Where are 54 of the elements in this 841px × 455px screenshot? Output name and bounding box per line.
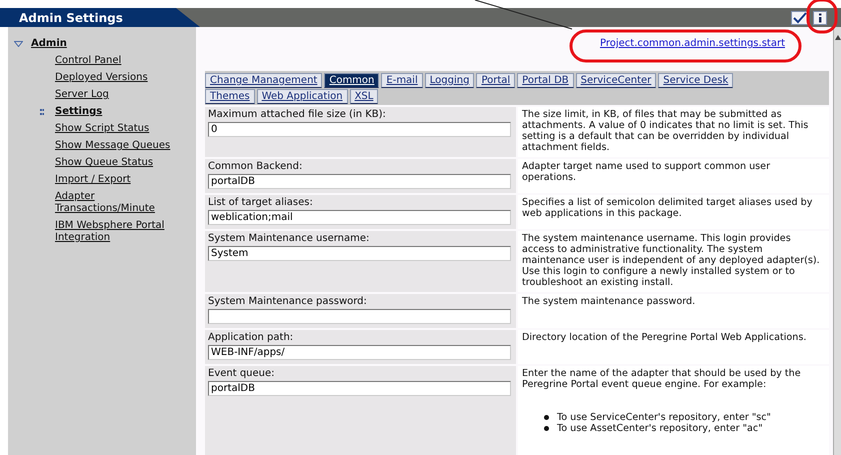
caret-icon[interactable] [14,40,23,46]
description-text: Directory location of the Peregrine Portal Web Applications. [522,332,808,343]
description-text: The system maintenance username. This login provides access to administrative functionality. The system maintenance user is independent of any deployed adapter(s). Use this login to configure a newly installed system or to troubleshoot an existing install. [522,233,821,288]
tab[interactable]: Change Management [205,73,322,88]
input-field[interactable]: 0 [208,122,511,137]
input-field[interactable]: portalDB [208,174,511,189]
sidebar-link[interactable]: Import / Export [55,174,190,186]
field-label: Common Backend: [208,161,304,173]
field-label: System Maintenance password: [208,296,368,308]
description-text: The size limit, in KB, of files that may be submitted as attachments. A value of 0 indicates that no limit is set. This setting is a default that can be overridden by individual attachment fields. [522,109,810,153]
bullet-icon [544,426,549,431]
tab[interactable]: XSL [350,89,378,104]
tab[interactable]: ServiceCenter [576,73,656,88]
page-link[interactable]: Project.common.admin.settings.start [600,38,785,60]
sidebar-link[interactable]: IBM Websphere Portal Integration [55,220,190,244]
info-icon[interactable] [813,10,827,24]
sidebar-link[interactable]: Deployed Versions [55,72,190,84]
tab[interactable]: Portal [476,73,516,88]
sidebar-link[interactable]: Control Panel [55,55,190,67]
sidebar-section-link[interactable]: Admin [31,38,67,49]
scroll-up-icon[interactable] [834,35,840,40]
window-title: Admin Settings [19,10,123,24]
field-label: Event queue: [208,368,276,380]
list-item-text: To use ServiceCenter's repository, enter "sc" [557,412,771,423]
field-label: List of target aliases: [208,197,314,209]
list-item-text: To use AssetCenter's repository, enter "ac" [557,423,763,434]
description-text: Enter the name of the adapter that should be used by the Peregrine Portal event queue engine. For example: [522,368,802,390]
input-field[interactable]: System [208,246,511,261]
tab[interactable]: Logging [424,73,474,88]
scrollbar[interactable] [833,27,841,455]
description-text: Specifies a list of semicolon delimited target aliases used by web applications in this package. [522,197,814,219]
sidebar-link[interactable]: Show Queue Status [55,157,190,169]
sidebar-link[interactable]: Server Log [55,89,190,101]
sidebar-link[interactable]: Show Message Queues [55,140,190,152]
tab[interactable]: Portal DB [517,73,574,88]
input-field[interactable]: portalDB [208,381,511,396]
sidebar-link[interactable]: Settings [55,106,190,118]
bullet-icon [544,415,549,420]
description-text: The system maintenance password. [522,296,696,307]
tab[interactable]: Web Application [256,89,348,104]
tab[interactable]: E-mail [381,73,423,88]
input-field[interactable] [208,309,511,324]
input-field[interactable]: weblication;mail [208,210,511,225]
description-text: Adapter target name used to support common user operations. [522,161,772,183]
tab[interactable]: Common [324,73,380,88]
sidebar-link[interactable]: Show Script Status [55,123,190,135]
sidebar-link[interactable]: Adapter Transactions/Minute [55,191,190,215]
checkmark-icon[interactable] [791,10,809,24]
field-label: System Maintenance username: [208,233,370,245]
field-label: Application path: [208,332,294,344]
field-label: Maximum attached file size (in KB): [208,109,387,121]
tab[interactable]: Service Desk [658,73,734,88]
tab[interactable]: Themes [205,89,255,104]
input-field[interactable]: WEB-INF/apps/ [208,345,511,360]
